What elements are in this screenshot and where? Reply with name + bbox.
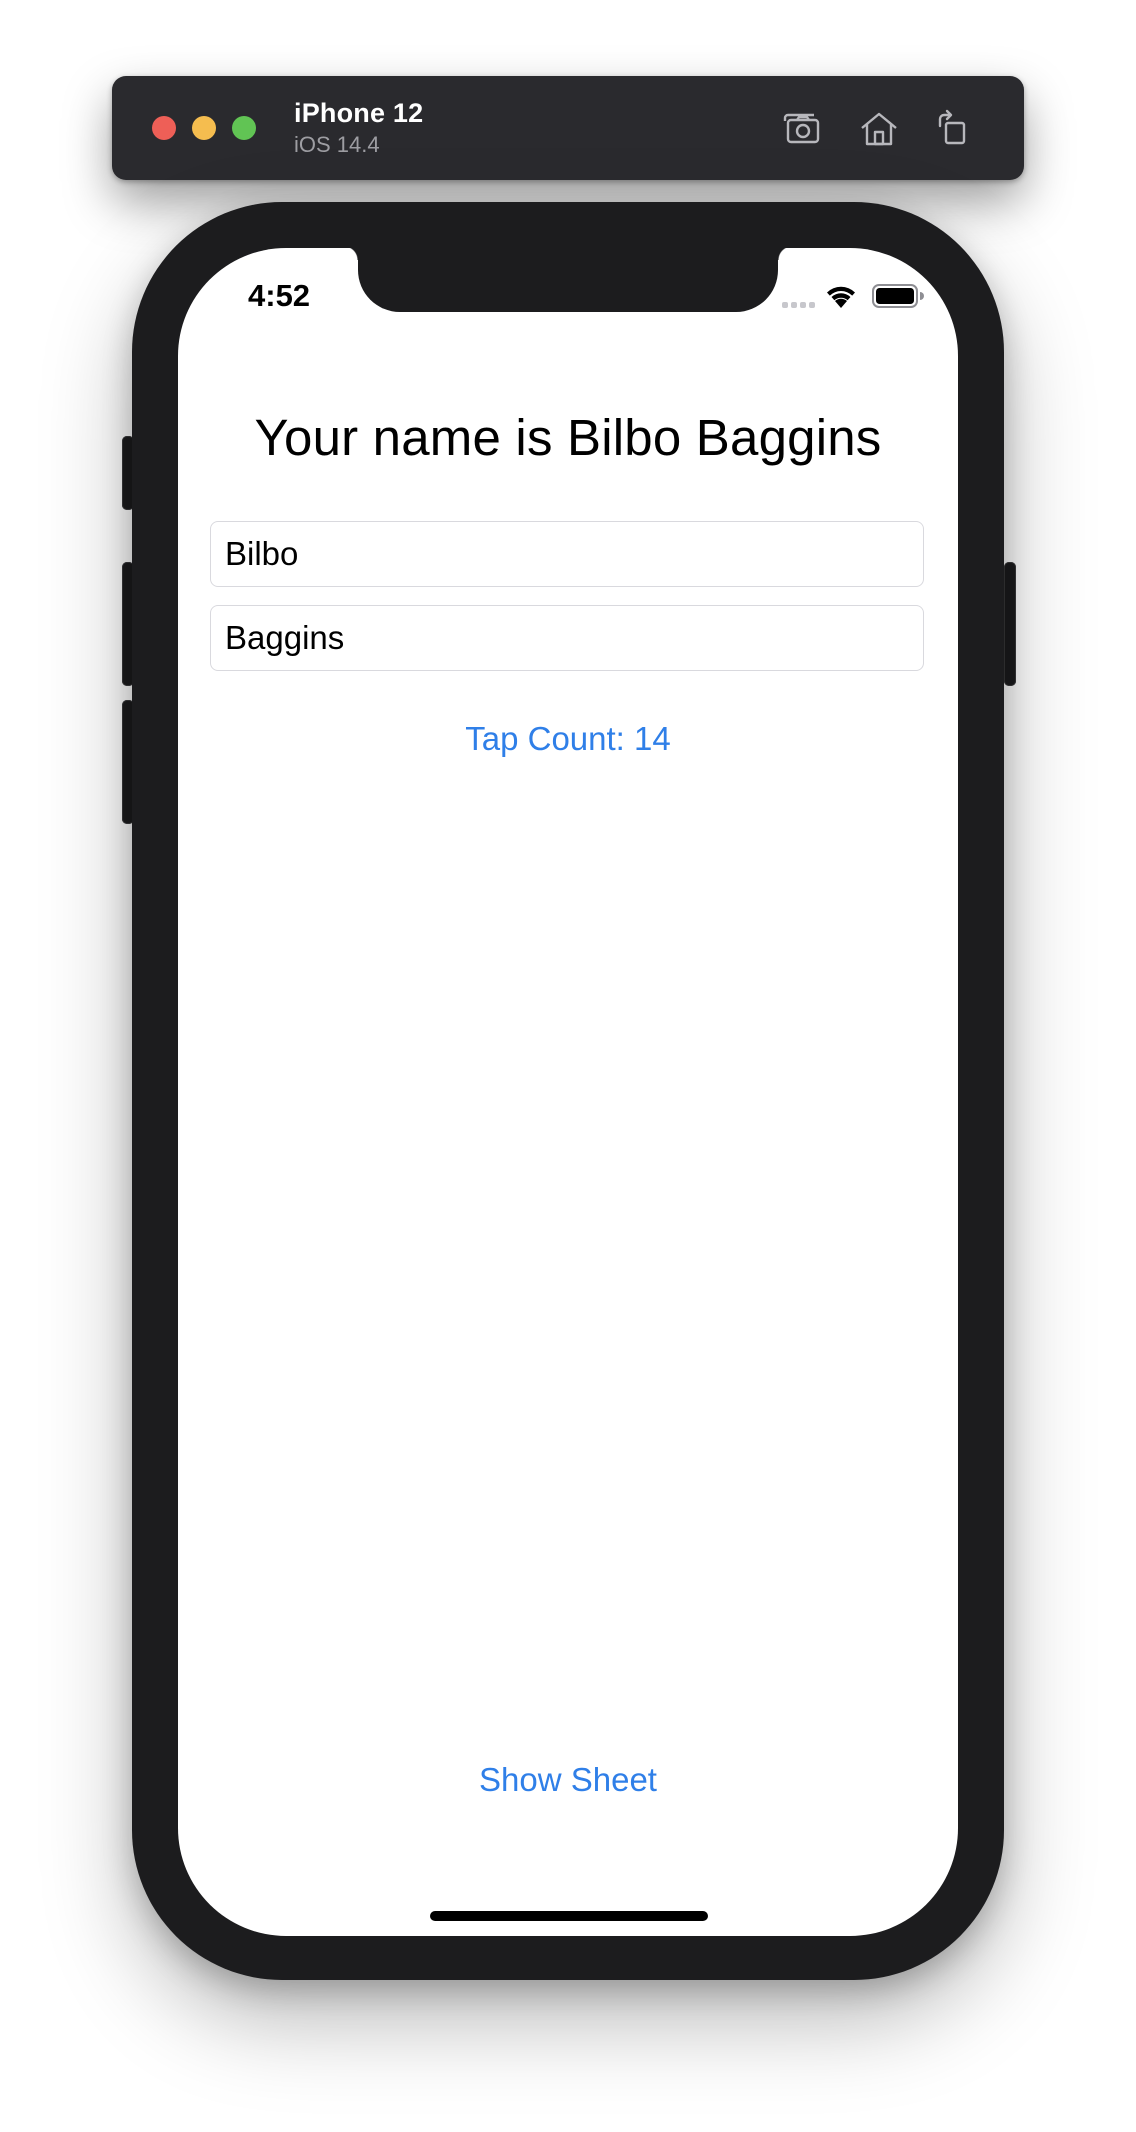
device-screen: 4:52 Your name is Bilbo Baggins Tap Coun… [178, 248, 958, 1936]
canvas: iPhone 12 iOS 14.4 4:52 Your name is Bil… [0, 0, 1136, 2132]
show-sheet-button[interactable]: Show Sheet [178, 1761, 958, 1799]
simulator-toolbar: iPhone 12 iOS 14.4 [112, 76, 1024, 180]
side-button [1004, 562, 1016, 686]
device-name: iPhone 12 [294, 98, 424, 128]
zoom-window-button[interactable] [232, 116, 256, 140]
battery-icon [872, 284, 924, 308]
screenshot-icon[interactable] [778, 106, 824, 152]
close-window-button[interactable] [152, 116, 176, 140]
rotate-icon[interactable] [930, 106, 976, 152]
cellular-signal-icon [782, 302, 816, 308]
tap-count-button[interactable]: Tap Count: 14 [178, 720, 958, 758]
first-name-field[interactable] [210, 521, 924, 587]
notch [344, 248, 792, 312]
last-name-field[interactable] [210, 605, 924, 671]
minimize-window-button[interactable] [192, 116, 216, 140]
os-version: iOS 14.4 [294, 132, 380, 157]
status-time: 4:52 [248, 278, 311, 313]
home-indicator[interactable] [430, 1911, 708, 1921]
name-headline: Your name is Bilbo Baggins [254, 409, 882, 466]
home-icon[interactable] [856, 106, 902, 152]
wifi-icon [824, 282, 858, 308]
